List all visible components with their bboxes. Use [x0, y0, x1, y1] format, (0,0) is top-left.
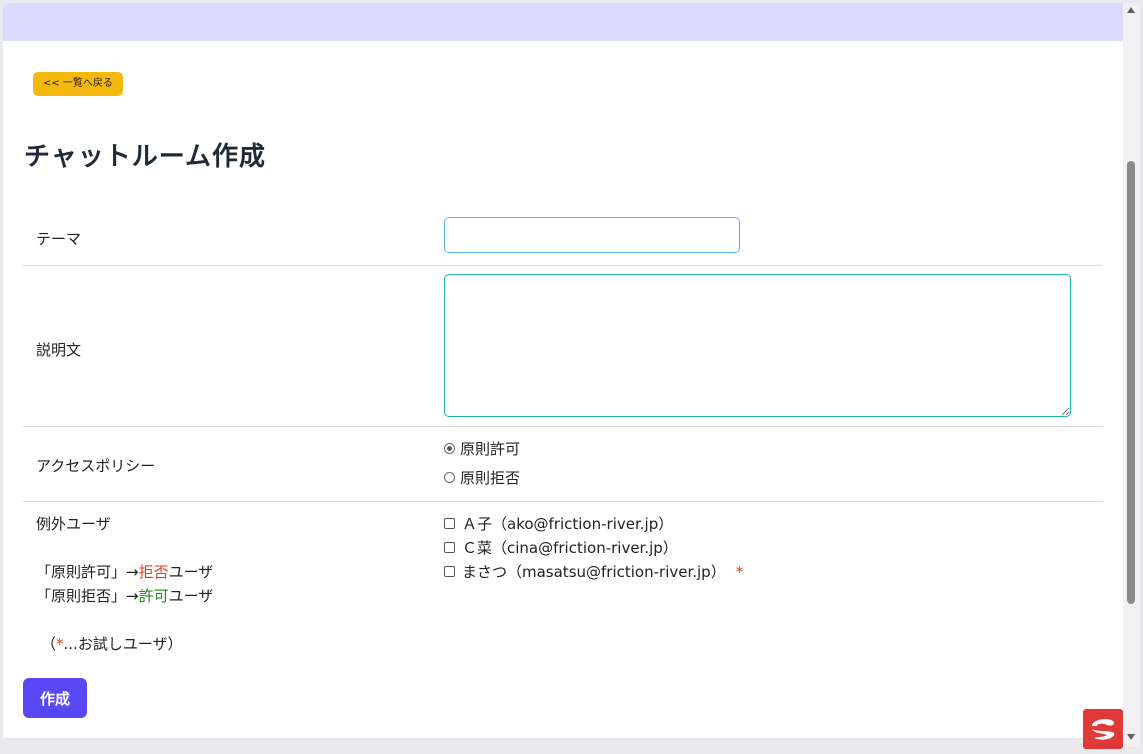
app-logo-graphic [1092, 719, 1115, 740]
trial-note-prefix: （ [41, 635, 57, 653]
note-deny-highlight: 許可 [138, 587, 169, 605]
browser-viewport: << 一覧へ戻る チャットルーム作成 テーマ 説明文 アクセスポリシー 原則許可… [3, 3, 1123, 738]
exception-note-allow: 「原則許可」→拒否ユーザ [36, 561, 213, 582]
note-allow-suffix: ユーザ [168, 563, 214, 581]
user-checkbox-ako[interactable] [444, 518, 455, 529]
access-policy-row: アクセスポリシー [23, 427, 1103, 502]
description-label: 説明文 [36, 341, 82, 359]
app-logo-icon[interactable] [1083, 709, 1123, 749]
policy-allow-label: 原則許可 [460, 440, 521, 458]
note-allow-highlight: 拒否 [138, 563, 169, 581]
trial-note-mark: * [56, 635, 64, 653]
user-label-masatsu: まさつ（masatsu@friction-river.jp） [462, 563, 726, 581]
theme-input[interactable] [444, 217, 740, 253]
user-label-ako: Ａ子（ako@friction-river.jp） [462, 515, 674, 533]
user-option-cina[interactable]: Ｃ菜（cina@friction-river.jp） [444, 537, 678, 558]
user-label-cina: Ｃ菜（cina@friction-river.jp） [462, 539, 678, 557]
policy-deny-radio[interactable] [444, 472, 455, 483]
trial-note-suffix: ...お試しユーザ） [63, 635, 183, 653]
vertical-scrollbar[interactable] [1123, 3, 1140, 747]
triangle-up-icon[interactable] [1127, 7, 1135, 13]
user-checkbox-cina[interactable] [444, 542, 455, 553]
exception-users-label: 例外ユーザ [36, 515, 111, 533]
user-option-masatsu[interactable]: まさつ（masatsu@friction-river.jp） * [444, 561, 743, 582]
triangle-down-icon[interactable] [1127, 734, 1135, 740]
user-checkbox-masatsu[interactable] [444, 566, 455, 577]
note-allow-prefix: 「原則許可」→ [36, 563, 139, 581]
create-button[interactable]: 作成 [23, 678, 87, 718]
policy-allow-option[interactable]: 原則許可 [444, 438, 520, 459]
note-deny-suffix: ユーザ [168, 587, 214, 605]
policy-allow-radio[interactable] [444, 443, 455, 454]
description-textarea[interactable] [444, 274, 1071, 417]
back-to-list-button[interactable]: << 一覧へ戻る [33, 72, 123, 96]
header-band [3, 3, 1123, 41]
policy-deny-label: 原則拒否 [460, 469, 521, 487]
trial-user-note: （*...お試しユーザ） [41, 633, 183, 654]
exception-note-deny: 「原則拒否」→許可ユーザ [36, 585, 213, 606]
user-option-ako[interactable]: Ａ子（ako@friction-river.jp） [444, 513, 673, 534]
note-deny-prefix: 「原則拒否」→ [36, 587, 139, 605]
trial-user-mark: * [735, 562, 744, 581]
theme-label: テーマ [36, 230, 82, 248]
policy-deny-option[interactable]: 原則拒否 [444, 467, 520, 488]
scrollbar-thumb[interactable] [1127, 161, 1135, 604]
access-policy-label: アクセスポリシー [36, 457, 156, 475]
page-title: チャットルーム作成 [24, 142, 266, 172]
